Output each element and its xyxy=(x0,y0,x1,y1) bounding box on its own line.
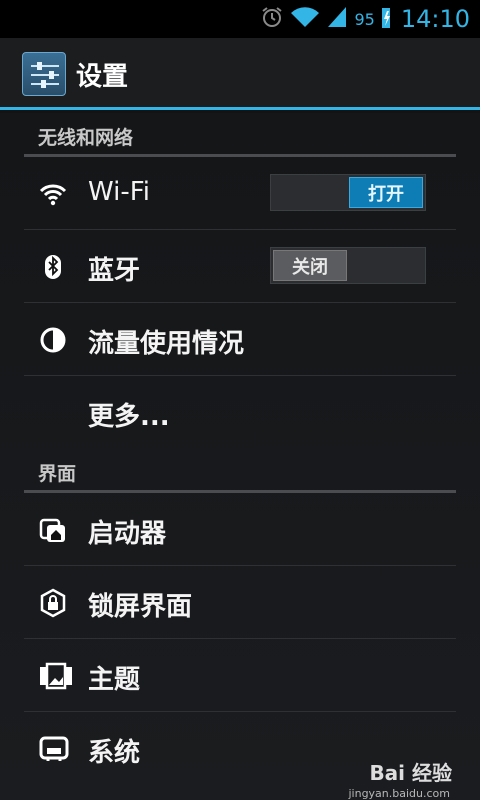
battery-level: 95 xyxy=(354,9,375,29)
baidu-watermark: Bai 经验 xyxy=(369,761,452,785)
clock: 14:10 xyxy=(400,5,470,33)
setting-label: 蓝牙 xyxy=(88,256,141,286)
setting-row-more[interactable]: 更多... xyxy=(0,376,480,449)
alarm-icon xyxy=(260,5,284,33)
setting-row-launcher[interactable]: 启动器 xyxy=(0,493,480,566)
settings-app-icon[interactable] xyxy=(22,52,66,96)
setting-label: 系统 xyxy=(88,738,141,768)
wifi-signal-icon xyxy=(290,5,320,33)
setting-label: 锁屏界面 xyxy=(88,592,193,622)
section-header-wireless: 无线和网络 xyxy=(0,113,480,157)
setting-label: 更多... xyxy=(88,402,170,432)
setting-row-data-usage[interactable]: 流量使用情况 xyxy=(0,303,480,376)
launcher-icon xyxy=(38,515,68,545)
section-header-interface: 界面 xyxy=(0,449,480,493)
bluetooth-toggle[interactable]: 关闭 xyxy=(270,247,426,284)
toggle-knob: 关闭 xyxy=(273,250,347,281)
setting-row-theme[interactable]: 主题 xyxy=(0,639,480,712)
status-bar: 95 14:10 xyxy=(0,0,480,38)
page-title: 设置 xyxy=(76,62,129,92)
action-bar: 设置 xyxy=(0,38,480,110)
setting-row-wifi[interactable]: Wi-Fi 打开 xyxy=(0,157,480,230)
bluetooth-icon xyxy=(38,252,68,282)
theme-icon xyxy=(38,661,72,691)
setting-label: Wi-Fi xyxy=(88,177,151,207)
wifi-icon xyxy=(38,179,68,209)
data-usage-icon xyxy=(38,325,68,355)
system-icon xyxy=(38,734,69,764)
setting-label: 流量使用情况 xyxy=(88,329,245,359)
setting-label: 主题 xyxy=(88,665,141,695)
cell-signal-icon xyxy=(326,5,348,33)
battery-charging-icon xyxy=(381,5,391,33)
setting-label: 启动器 xyxy=(88,519,167,549)
baidu-watermark-url: jingyan.baidu.com xyxy=(348,787,450,800)
settings-list: 无线和网络 Wi-Fi 打开 蓝牙 关闭 流量使用情况 更多... 界面 启动器… xyxy=(0,113,480,800)
setting-row-bluetooth[interactable]: 蓝牙 关闭 xyxy=(0,230,480,303)
toggle-knob: 打开 xyxy=(349,177,423,208)
lockscreen-icon xyxy=(38,588,68,618)
wifi-toggle[interactable]: 打开 xyxy=(270,174,426,211)
setting-row-lockscreen[interactable]: 锁屏界面 xyxy=(0,566,480,639)
